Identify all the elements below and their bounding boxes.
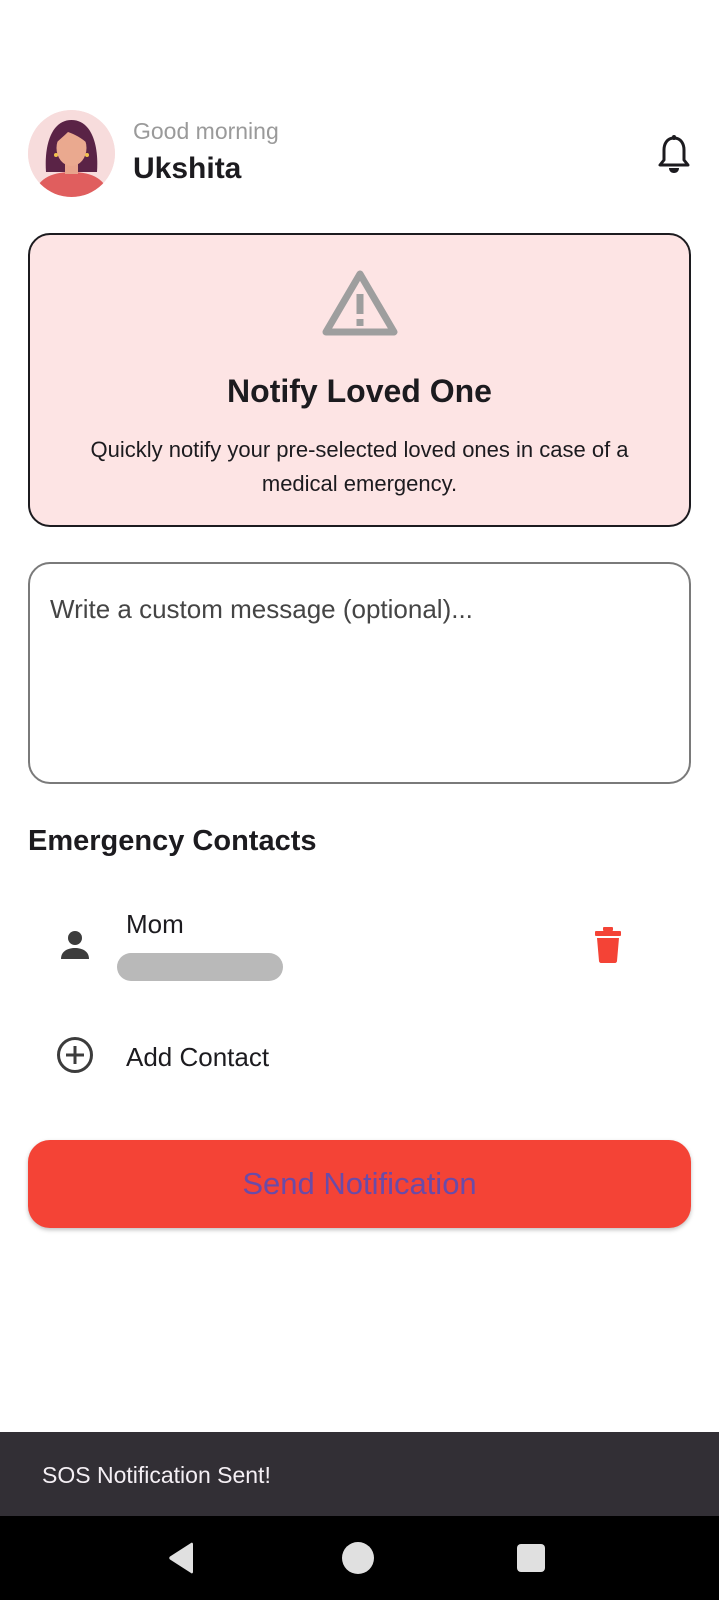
trash-icon[interactable] (594, 927, 622, 963)
greeting-text: Good morning (133, 118, 279, 144)
notify-card: Notify Loved One Quickly notify your pre… (28, 233, 691, 527)
custom-message-box (28, 562, 691, 784)
contact-phone-redacted (117, 953, 283, 981)
bell-icon[interactable] (656, 134, 692, 174)
add-contact-row[interactable]: Add Contact (28, 1018, 691, 1092)
send-notification-button[interactable]: Send Notification (28, 1140, 691, 1228)
add-contact-label: Add Contact (126, 1042, 270, 1072)
snackbar: SOS Notification Sent! (0, 1432, 719, 1516)
back-triangle-icon[interactable] (166, 1541, 196, 1575)
warning-triangle-icon (320, 268, 400, 338)
person-icon (59, 929, 91, 961)
snackbar-text: SOS Notification Sent! (42, 1462, 271, 1488)
custom-message-input[interactable] (30, 564, 689, 782)
system-nav-bar (0, 1516, 719, 1600)
notify-title: Notify Loved One (227, 373, 492, 409)
emergency-contacts-title: Emergency Contacts (28, 825, 317, 857)
home-circle-icon[interactable] (342, 1542, 374, 1574)
avatar[interactable] (28, 110, 115, 197)
notify-description: Quickly notify your pre-selected loved o… (90, 437, 629, 496)
woman-avatar-icon (28, 110, 115, 197)
add-circle-icon (56, 1036, 94, 1074)
header: Good morning Ukshita (28, 110, 692, 198)
recents-square-icon[interactable] (517, 1544, 545, 1572)
username: Ukshita (133, 152, 242, 185)
contact-item[interactable]: Mom (28, 895, 691, 995)
contact-name: Mom (126, 909, 184, 939)
